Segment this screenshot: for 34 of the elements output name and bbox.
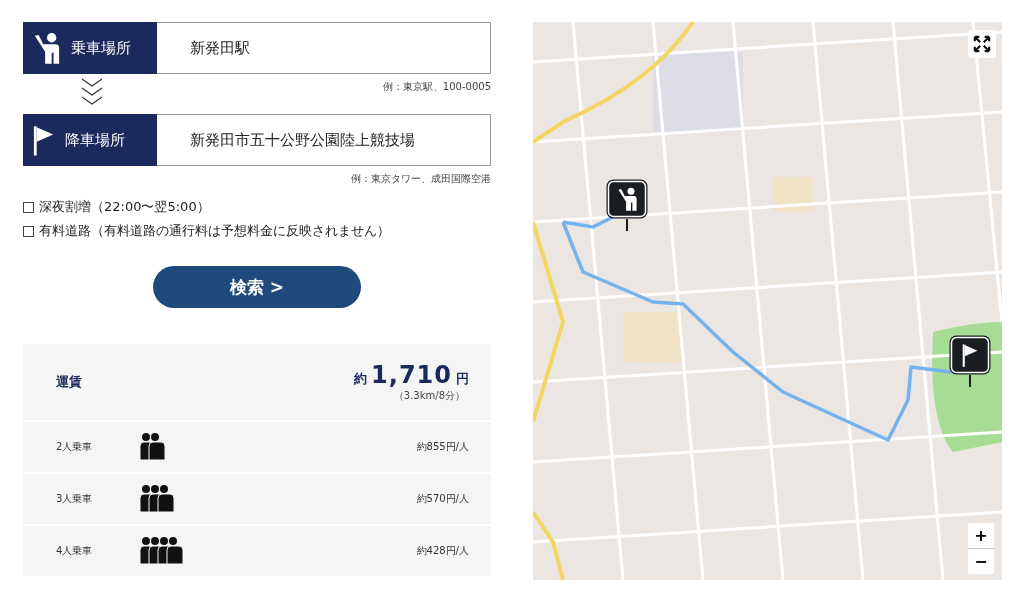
checkbox[interactable] bbox=[23, 201, 34, 213]
fullscreen-button[interactable] bbox=[968, 30, 996, 58]
fullscreen-icon bbox=[973, 35, 991, 53]
chevrons-down-icon bbox=[81, 78, 103, 106]
pickup-marker[interactable] bbox=[606, 179, 648, 231]
split-price: 約855円/人 bbox=[416, 440, 469, 454]
checkbox[interactable] bbox=[23, 225, 34, 237]
people-icon bbox=[140, 432, 166, 462]
fare-label: 運賃 bbox=[56, 373, 82, 391]
option-label: 深夜割増（22:00〜翌5:00） bbox=[39, 198, 210, 216]
hint-text: 例：東京駅、100-0005 bbox=[382, 80, 491, 94]
hint-text: 例：東京タワー、成田国際空港 bbox=[351, 172, 491, 186]
dropoff-field[interactable]: 新発田市五十公野公園陸上競技場 bbox=[157, 114, 491, 166]
fare-prefix: 約 bbox=[354, 370, 368, 388]
people-icon bbox=[140, 484, 175, 514]
dropoff-label: 降車場所 bbox=[65, 130, 125, 150]
pickup-field[interactable]: 新発田駅 bbox=[157, 22, 491, 74]
flag-icon bbox=[33, 124, 55, 156]
option-label: 有料道路（有料道路の通行料は予想料金に反映されません） bbox=[39, 222, 390, 240]
pickup-label: 乗車場所 bbox=[71, 38, 131, 58]
fare-amount: 1,710 bbox=[371, 361, 452, 389]
dropoff-marker[interactable] bbox=[949, 335, 991, 387]
split-price: 約428円/人 bbox=[416, 544, 469, 558]
search-button[interactable]: 検索 > bbox=[153, 266, 361, 308]
people-icon bbox=[140, 536, 184, 566]
split-label: 2人乗車 bbox=[56, 440, 94, 454]
split-label: 4人乗車 bbox=[56, 544, 94, 558]
fare-unit: 円 bbox=[456, 370, 469, 388]
zoom-out-button[interactable]: − bbox=[968, 549, 994, 574]
person-raising-hand-icon bbox=[33, 32, 61, 64]
split-label: 3人乗車 bbox=[56, 492, 94, 506]
split-price: 約570円/人 bbox=[416, 492, 469, 506]
zoom-in-button[interactable]: + bbox=[968, 523, 994, 548]
fare-detail: （3.3km/8分） bbox=[393, 389, 465, 403]
